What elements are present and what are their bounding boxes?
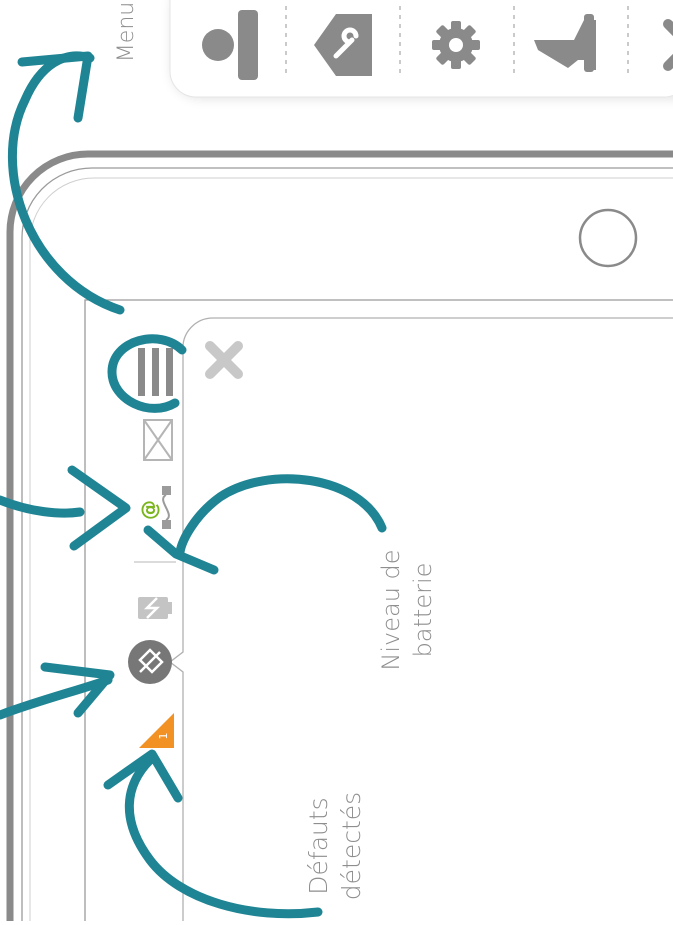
diagram-stage: @ 1 Menu Niveau de batterie Défauts déte… — [0, 0, 673, 921]
connection-icon: @ — [137, 486, 171, 529]
faults-label-line-2: détectés — [337, 791, 366, 901]
battery-label: Niveau de batterie — [375, 530, 439, 690]
battery-label-line-2: batterie — [409, 562, 437, 658]
alert-icon[interactable]: 1 — [139, 713, 174, 748]
mail-icon[interactable] — [143, 419, 173, 461]
battery-label-line-1: Niveau de — [377, 549, 405, 671]
battery-icon — [138, 597, 172, 619]
faults-label-line-1: Défauts — [304, 797, 333, 895]
battery-arrow — [175, 474, 387, 557]
faults-arrowhead — [103, 749, 183, 803]
menu-label: Menu — [114, 1, 139, 63]
faults-label: Défauts détectés — [302, 771, 372, 921]
home-button[interactable] — [578, 208, 638, 268]
connection-symbol: @ — [137, 500, 161, 520]
faults-arrow — [124, 755, 323, 919]
alert-count: 1 — [157, 733, 170, 740]
panel-close-icon[interactable] — [205, 341, 243, 379]
disconnect-icon[interactable] — [128, 640, 172, 684]
menu-icon[interactable] — [138, 348, 173, 396]
gear-icon[interactable] — [432, 21, 480, 69]
